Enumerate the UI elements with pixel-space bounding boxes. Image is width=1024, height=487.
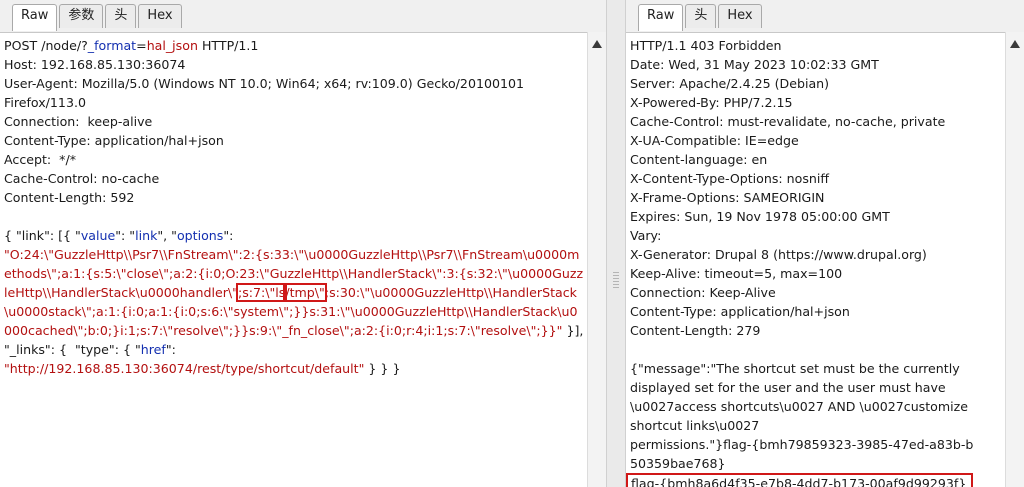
flag-line: flag-{bmh8a6d4f35-e7b8-4dd7-b173-00af9d9…: [626, 473, 1003, 487]
header-line: X-Powered-By: PHP/7.2.15: [630, 95, 793, 110]
header-line: Firefox/113.0: [4, 95, 86, 110]
response-body-line: permissions."}flag-{bmh79859323-3985-47e…: [630, 437, 974, 452]
scroll-up-arrow-icon[interactable]: [592, 40, 602, 48]
response-editor[interactable]: HTTP/1.1 403 Forbidden Date: Wed, 31 May …: [626, 32, 1006, 487]
request-tab-hex[interactable]: Hex: [138, 4, 182, 28]
request-pane: Raw 参数 头 Hex POST /node/?_format=hal_jso…: [0, 0, 606, 487]
highlighted-command-path: /tmp\": [283, 283, 327, 302]
response-tab-raw[interactable]: Raw: [638, 4, 684, 31]
header-line: Content-Length: 279: [630, 323, 761, 338]
highlighted-command: ;s:7:\"ls: [235, 283, 288, 302]
header-line: X-Generator: Drupal 8 (https://www.drupa…: [630, 247, 927, 262]
header-line: Host: 192.168.85.130:36074: [4, 57, 186, 72]
header-line: X-Frame-Options: SAMEORIGIN: [630, 190, 825, 205]
header-line: Vary:: [630, 228, 662, 243]
href-url: "http://192.168.85.130:36074/rest/type/s…: [4, 361, 365, 376]
header-line: Keep-Alive: timeout=5, max=100: [630, 266, 843, 281]
header-line: X-Content-Type-Options: nosniff: [630, 171, 830, 186]
header-line: Content-language: en: [630, 152, 768, 167]
header-line: Cache-Control: no-cache: [4, 171, 160, 186]
response-body-line: displayed set for the user and the user …: [630, 380, 946, 395]
header-line: Content-Type: application/hal+json: [4, 133, 224, 148]
request-tab-params[interactable]: 参数: [59, 4, 104, 28]
response-pane: Raw 头 Hex HTTP/1.1 403 Forbidden Date: We…: [626, 0, 1024, 487]
response-tab-bar: Raw 头 Hex: [626, 0, 1024, 33]
response-tab-headers[interactable]: 头: [685, 4, 717, 28]
highlighted-flag: flag-{bmh8a6d4f35-e7b8-4dd7-b173-00af9d9…: [626, 473, 974, 487]
header-line: Content-Length: 592: [4, 190, 135, 205]
request-tab-headers[interactable]: 头: [105, 4, 137, 28]
request-tab-raw[interactable]: Raw: [12, 4, 58, 31]
response-scrollbar[interactable]: [1005, 32, 1024, 487]
query-param-value: hal_json: [146, 38, 198, 53]
response-body-line: \u0027access shortcuts\u0027 AND \u0027c…: [630, 399, 969, 414]
header-line: User-Agent: Mozilla/5.0 (Windows NT 10.0…: [4, 76, 525, 91]
header-line: Connection: keep-alive: [4, 114, 153, 129]
header-line: Connection: Keep-Alive: [630, 285, 776, 300]
pane-splitter[interactable]: [606, 0, 626, 487]
splitter-grip-icon[interactable]: [613, 272, 619, 290]
response-body-line: 50359bae768}: [630, 456, 726, 471]
request-scrollbar[interactable]: [587, 32, 606, 487]
scroll-up-arrow-icon[interactable]: [1010, 40, 1020, 48]
request-editor[interactable]: POST /node/?_format=hal_json HTTP/1.1 Hos…: [0, 32, 588, 487]
response-body-line: shortcut links\u0027: [630, 418, 760, 433]
request-line: POST /node/?_format=hal_json HTTP/1.1: [4, 38, 259, 53]
header-line: Date: Wed, 31 May 2023 10:02:33 GMT: [630, 57, 879, 72]
query-param-name: _format: [87, 38, 137, 53]
response-body-line: {"message":"The shortcut set must be the…: [630, 361, 960, 376]
status-line: HTTP/1.1 403 Forbidden: [630, 38, 782, 53]
response-tab-hex[interactable]: Hex: [718, 4, 762, 28]
request-tab-bar: Raw 参数 头 Hex: [0, 0, 606, 33]
request-body: { "link": [{ "value": "link", "options":…: [4, 228, 588, 376]
header-line: Expires: Sun, 19 Nov 1978 05:00:00 GMT: [630, 209, 890, 224]
header-line: Content-Type: application/hal+json: [630, 304, 850, 319]
header-line: Accept: */*: [4, 152, 77, 167]
header-line: Server: Apache/2.4.25 (Debian): [630, 76, 830, 91]
header-line: X-UA-Compatible: IE=edge: [630, 133, 799, 148]
header-line: Cache-Control: must-revalidate, no-cache…: [630, 114, 946, 129]
